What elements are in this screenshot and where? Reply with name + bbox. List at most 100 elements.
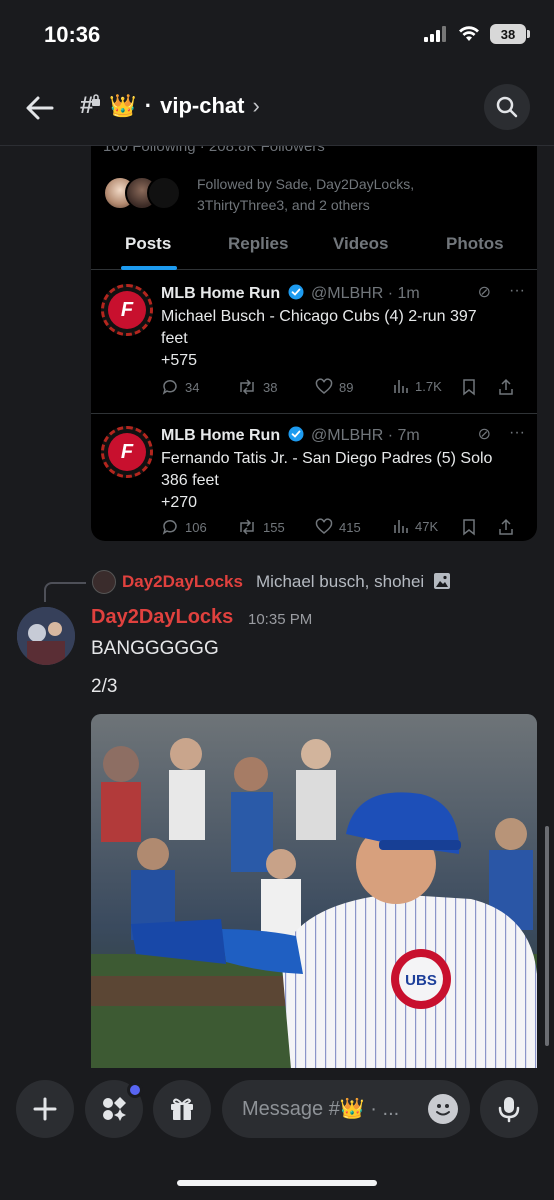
tweet-header: MLB Home Run @MLBHR · 1m [161, 284, 531, 303]
views-count: 47K [415, 518, 439, 534]
repost-icon [240, 519, 254, 535]
channel-emoji: 👑 [109, 93, 137, 118]
emoji-button[interactable] [428, 1094, 458, 1124]
channel-header: # 👑 · vip-chat › [0, 76, 554, 138]
reply-icon [162, 520, 177, 535]
follower-avatar [147, 176, 181, 210]
message-input[interactable] [242, 1080, 422, 1138]
share-icon[interactable] [497, 378, 515, 396]
microphone-icon [498, 1097, 520, 1123]
tweet-handle: @MLBHR [311, 285, 384, 302]
image-icon [433, 573, 450, 589]
embedded-x-card[interactable]: 100 Following · 208.8K Followers Followe… [91, 146, 537, 541]
gift-icon [171, 1098, 193, 1120]
channel-title[interactable]: # 👑 · vip-chat › [80, 92, 260, 120]
reply-reference[interactable]: Day2DayLocks Michael busch, shohei [44, 570, 544, 602]
gift-button[interactable] [153, 1080, 211, 1138]
grok-icon[interactable]: ⊘ [478, 282, 491, 302]
followed-avatars [103, 174, 193, 214]
views-icon [394, 380, 408, 393]
tweet-line: +575 [161, 352, 198, 369]
tweet[interactable]: F MLB Home Run @MLBHR · 1m ⊘ ··· Michael… [91, 272, 537, 412]
more-options-icon[interactable]: ··· [509, 424, 525, 444]
reply-icon [162, 380, 177, 395]
mlbhr-avatar: F [101, 426, 153, 478]
tweet-line: feet [161, 330, 188, 347]
tab-replies[interactable]: Replies [228, 234, 288, 254]
repost-action[interactable]: 38 [237, 378, 277, 396]
reply-avatar [92, 570, 116, 594]
bookmark-icon[interactable] [461, 518, 477, 536]
heart-icon [315, 378, 333, 394]
search-button[interactable] [484, 84, 530, 130]
like-action[interactable]: 415 [315, 518, 361, 536]
status-icons: 38 [424, 24, 530, 44]
repost-icon [240, 379, 254, 395]
tweet-header: MLB Home Run @MLBHR · 7m [161, 426, 531, 445]
tweet-time: · 7m [387, 427, 420, 444]
home-indicator[interactable] [177, 1180, 377, 1186]
reply-count: 106 [185, 519, 207, 535]
arrow-left-icon [26, 96, 54, 120]
apps-button[interactable] [85, 1080, 143, 1138]
like-count: 89 [339, 379, 354, 395]
tweet-line: +270 [161, 494, 198, 511]
mlbhr-avatar: F [101, 284, 153, 336]
verified-badge-icon [288, 426, 304, 442]
tweet-top-icons: ⊘ ··· [478, 282, 525, 302]
tweet-top-icons: ⊘ ··· [478, 424, 525, 444]
voice-message-button[interactable] [480, 1080, 538, 1138]
message-author[interactable]: Day2DayLocks [91, 606, 233, 629]
bookmark-icon[interactable] [461, 378, 477, 396]
tab-posts[interactable]: Posts [125, 234, 171, 254]
tweet-text: Fernando Tatis Jr. - San Diego Padres (5… [161, 448, 521, 514]
tab-videos[interactable]: Videos [333, 234, 388, 254]
gif-attachment[interactable]: UBS [91, 714, 537, 1069]
views-icon [394, 520, 408, 533]
like-action[interactable]: 89 [315, 378, 353, 396]
helmet-logo-text: UBS [405, 972, 437, 989]
scrollbar[interactable] [545, 826, 549, 1046]
avatar-image [17, 607, 75, 665]
back-button[interactable] [22, 90, 58, 126]
share-icon[interactable] [497, 518, 515, 536]
signal-icon [424, 26, 446, 42]
verified-badge-icon [288, 284, 304, 300]
message-line: 2/3 [91, 676, 118, 697]
reply-connector [44, 582, 86, 602]
channel-separator: · [144, 93, 153, 118]
author-avatar[interactable] [17, 607, 75, 665]
reply-text: Michael busch, shohei [256, 572, 451, 592]
tweet-handle: @MLBHR [311, 427, 384, 444]
profile-tabs: Posts Replies Videos Photos [91, 228, 537, 270]
active-tab-indicator [121, 266, 177, 270]
add-attachment-button[interactable] [16, 1080, 74, 1138]
tweet-actions: 34 38 89 1.7K [161, 378, 531, 402]
views-action[interactable]: 47K [393, 518, 438, 534]
message-timestamp: 10:35 PM [248, 611, 313, 628]
plus-icon [33, 1097, 57, 1121]
reply-snippet: Michael busch, shohei [256, 572, 425, 591]
tab-photos[interactable]: Photos [446, 234, 504, 254]
status-bar: 10:36 38 [0, 0, 554, 70]
tweet-time: · 1m [387, 285, 420, 302]
tweet-text: Michael Busch - Chicago Cubs (4) 2-run 3… [161, 306, 521, 372]
follow-counts: 100 Following · 208.8K Followers [103, 146, 325, 155]
battery-level: 38 [500, 26, 516, 42]
tweet[interactable]: F MLB Home Run @MLBHR · 7m ⊘ ··· Fernand… [91, 414, 537, 541]
reply-action[interactable]: 34 [161, 378, 199, 396]
repost-action[interactable]: 155 [237, 518, 285, 536]
views-count: 1.7K [415, 378, 442, 394]
notification-dot [127, 1082, 143, 1098]
followed-by-text: Followed by Sade, Day2DayLocks, 3ThirtyT… [197, 176, 415, 213]
reply-count: 34 [185, 379, 200, 395]
views-action[interactable]: 1.7K [393, 378, 442, 394]
emoji-icon [436, 1104, 450, 1116]
grok-icon[interactable]: ⊘ [478, 424, 491, 444]
reply-action[interactable]: 106 [161, 518, 207, 536]
message-input-wrapper[interactable] [222, 1080, 470, 1138]
search-icon [496, 96, 518, 118]
tweet-line: Fernando Tatis Jr. - San Diego Padres (5… [161, 450, 493, 467]
more-options-icon[interactable]: ··· [509, 282, 525, 302]
tweet-author-name: MLB Home Run [161, 285, 281, 302]
